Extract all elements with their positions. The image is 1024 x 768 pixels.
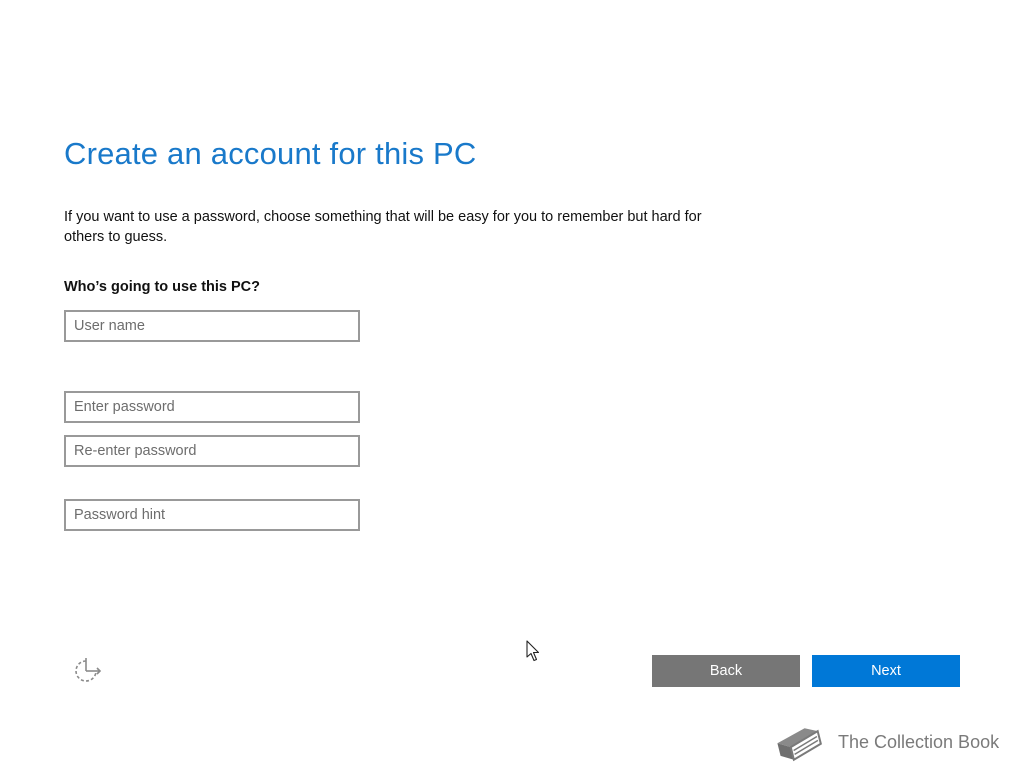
page-description: If you want to use a password, choose so… [64, 209, 702, 245]
oobe-account-page: Create an account for this PC If you wan… [0, 0, 1024, 768]
book-icon [770, 718, 828, 768]
watermark-text: The Collection Book [838, 732, 1000, 752]
mouse-cursor-icon [526, 640, 540, 662]
next-button[interactable]: Next [812, 655, 960, 687]
ease-of-access-icon[interactable] [72, 657, 102, 687]
password-input[interactable] [64, 391, 360, 423]
watermark: The Collection Book [770, 718, 1020, 768]
page-title: Create an account for this PC [64, 136, 477, 171]
user-question-label: Who’s going to use this PC? [64, 279, 261, 295]
back-button[interactable]: Back [652, 655, 800, 687]
password-hint-input[interactable] [64, 499, 360, 531]
reenter-password-input[interactable] [64, 435, 360, 467]
username-input[interactable] [64, 310, 360, 342]
